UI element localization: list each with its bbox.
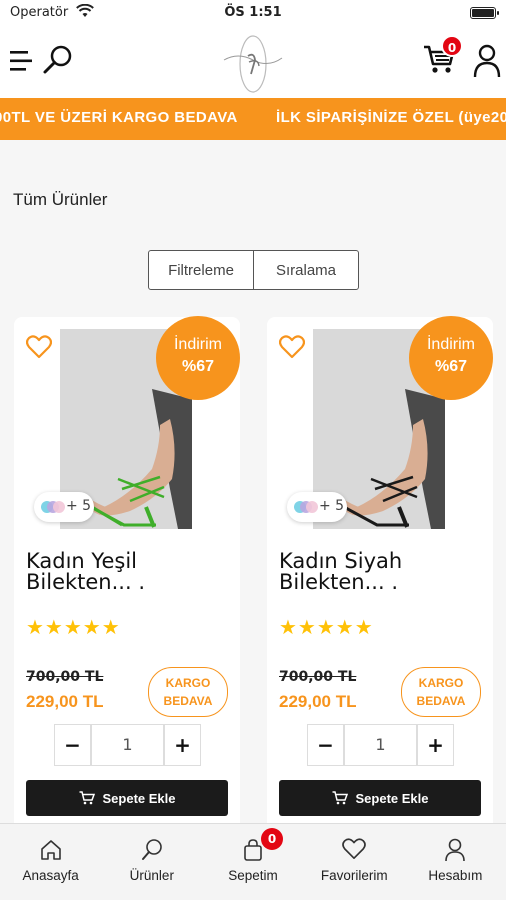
cart-icon	[423, 45, 455, 78]
discount-badge: İndirim %67	[156, 316, 240, 400]
user-icon[interactable]	[473, 44, 501, 82]
brand-logo[interactable]	[218, 30, 288, 100]
discount-label: İndirim	[173, 336, 222, 353]
discount-label: İndirim	[426, 336, 475, 353]
clock: ÖS 1:51	[224, 5, 282, 20]
filter-sort-bar: Filtreleme Sıralama	[148, 250, 359, 290]
color-swatch-icon	[41, 501, 65, 513]
free-shipping-line1: KARGO	[165, 676, 211, 690]
battery-icon	[470, 7, 499, 19]
add-to-cart-button[interactable]: Sepete Ekle	[279, 780, 481, 816]
announcement-banner: 00TL VE ÜZERİ KARGO BEDAVA İLK SİPARİŞİN…	[0, 98, 506, 140]
discount-value: %67	[434, 358, 468, 375]
quantity-stepper: − 1 +	[54, 724, 201, 766]
tab-home[interactable]: Anasayfa	[0, 824, 101, 900]
heart-icon	[304, 838, 405, 864]
home-icon	[0, 838, 101, 864]
favorite-heart-icon[interactable]	[25, 335, 53, 363]
cart-count-badge: 0	[441, 35, 463, 57]
menu-icon[interactable]	[10, 50, 36, 76]
cart-icon	[79, 791, 95, 805]
free-shipping-line1: KARGO	[418, 676, 464, 690]
tab-favorites[interactable]: Favorilerim	[304, 824, 405, 900]
more-colors-count: + 5	[319, 498, 345, 514]
tab-label: Ürünler	[129, 868, 174, 883]
cart-count-badge: 0	[261, 828, 284, 850]
tab-cart[interactable]: 0 Sepetim	[202, 824, 303, 900]
announcement-text: İLK SİPARİŞİNİZE ÖZEL (üye20	[276, 109, 506, 126]
sale-price: 229,00 TL	[279, 692, 357, 711]
tab-label: Anasayfa	[22, 868, 79, 883]
decrease-quantity-button[interactable]: −	[307, 724, 344, 766]
product-name[interactable]: Kadın Yeşil Bilekten... .	[26, 551, 226, 593]
add-to-cart-label: Sepete Ekle	[355, 790, 429, 806]
announcement-text: 00TL VE ÜZERİ KARGO BEDAVA	[0, 109, 238, 126]
bag-icon	[202, 838, 303, 864]
tab-label: Sepetim	[228, 868, 278, 883]
cart-button[interactable]: 0	[423, 35, 463, 78]
status-bar: Operatör ÖS 1:51	[0, 0, 506, 26]
increase-quantity-button[interactable]: +	[164, 724, 201, 766]
tab-label: Favorilerim	[320, 868, 388, 883]
tab-products[interactable]: Ürünler	[101, 824, 202, 900]
decrease-quantity-button[interactable]: −	[54, 724, 91, 766]
tab-account[interactable]: Hesabım	[405, 824, 506, 900]
quantity-input[interactable]: 1	[344, 724, 417, 766]
add-to-cart-label: Sepete Ekle	[102, 790, 176, 806]
bottom-tab-bar: Anasayfa Ürünler 0 Sepetim Favorilerim H…	[0, 823, 506, 900]
discount-badge: İndirim %67	[409, 316, 493, 400]
product-card[interactable]: İndirim %67 + 5 Kadın Siyah Bilekten... …	[267, 316, 493, 837]
quantity-input[interactable]: 1	[91, 724, 164, 766]
page-title: Tüm Ürünler	[13, 190, 108, 209]
add-to-cart-button[interactable]: Sepete Ekle	[26, 780, 228, 816]
filter-button[interactable]: Filtreleme	[149, 251, 253, 289]
increase-quantity-button[interactable]: +	[417, 724, 454, 766]
quantity-stepper: − 1 +	[307, 724, 454, 766]
rating-stars: ★★★★★	[26, 615, 121, 639]
color-options[interactable]: + 5	[287, 492, 347, 522]
sale-price: 229,00 TL	[26, 692, 104, 711]
more-colors-count: + 5	[66, 498, 92, 514]
product-name[interactable]: Kadın Siyah Bilekten... .	[279, 551, 479, 593]
tab-label: Hesabım	[428, 868, 483, 883]
favorite-heart-icon[interactable]	[278, 335, 306, 363]
free-shipping-badge: KARGO BEDAVA	[401, 667, 481, 717]
color-options[interactable]: + 5	[34, 492, 94, 522]
rating-stars: ★★★★★	[279, 615, 374, 639]
cart-icon	[332, 791, 348, 805]
free-shipping-badge: KARGO BEDAVA	[148, 667, 228, 717]
free-shipping-line2: BEDAVA	[416, 694, 466, 708]
app-header: 0	[0, 26, 506, 98]
user-icon	[405, 838, 506, 864]
color-swatch-icon	[294, 501, 318, 513]
product-card[interactable]: İndirim %67 + 5 Kadın Yeşil Bilekten... …	[14, 316, 240, 837]
search-icon	[101, 838, 202, 864]
old-price: 700,00 TL	[26, 669, 104, 685]
sort-button[interactable]: Sıralama	[253, 251, 358, 289]
discount-value: %67	[181, 358, 215, 375]
search-icon[interactable]	[42, 44, 74, 80]
free-shipping-line2: BEDAVA	[163, 694, 213, 708]
old-price: 700,00 TL	[279, 669, 357, 685]
